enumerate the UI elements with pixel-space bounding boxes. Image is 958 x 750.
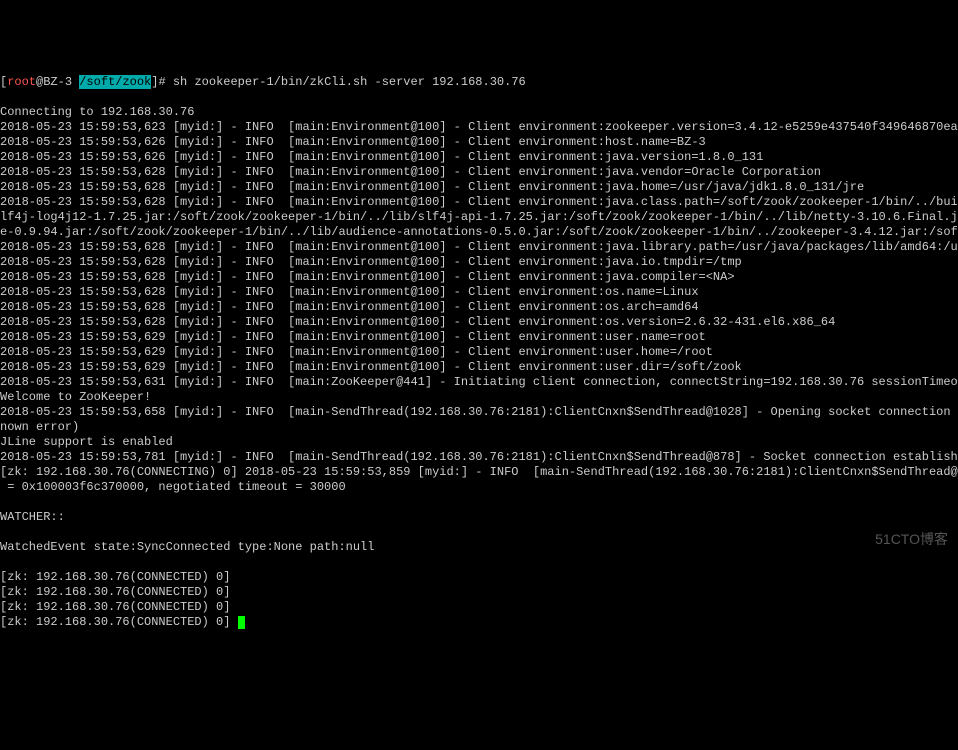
log-line: [zk: 192.168.30.76(CONNECTED) 0] xyxy=(0,570,958,585)
terminal-output[interactable]: [root@BZ-3 /soft/zook]# sh zookeeper-1/b… xyxy=(0,60,958,645)
log-line: 2018-05-23 15:59:53,628 [myid:] - INFO [… xyxy=(0,195,958,210)
log-line: 2018-05-23 15:59:53,658 [myid:] - INFO [… xyxy=(0,405,958,420)
log-line xyxy=(0,555,958,570)
log-line: [zk: 192.168.30.76(CONNECTED) 0] xyxy=(0,585,958,600)
log-line: 2018-05-23 15:59:53,623 [myid:] - INFO [… xyxy=(0,120,958,135)
log-line: e-0.9.94.jar:/soft/zook/zookeeper-1/bin/… xyxy=(0,225,958,240)
log-line: JLine support is enabled xyxy=(0,435,958,450)
log-line: = 0x100003f6c370000, negotiated timeout … xyxy=(0,480,958,495)
log-line: 2018-05-23 15:59:53,629 [myid:] - INFO [… xyxy=(0,345,958,360)
log-line: [zk: 192.168.30.76(CONNECTED) 0] xyxy=(0,600,958,615)
prompt-command: sh zookeeper-1/bin/zkCli.sh -server 192.… xyxy=(173,75,526,89)
prompt-host: BZ-3 xyxy=(43,75,72,89)
log-line: 2018-05-23 15:59:53,631 [myid:] - INFO [… xyxy=(0,375,958,390)
log-line: [zk: 192.168.30.76(CONNECTED) 0] xyxy=(0,615,958,630)
watermark: 51CTO博客 xyxy=(875,531,948,549)
log-line: 2018-05-23 15:59:53,626 [myid:] - INFO [… xyxy=(0,135,958,150)
log-line: 2018-05-23 15:59:53,628 [myid:] - INFO [… xyxy=(0,300,958,315)
log-line: 2018-05-23 15:59:53,628 [myid:] - INFO [… xyxy=(0,240,958,255)
log-line: 2018-05-23 15:59:53,629 [myid:] - INFO [… xyxy=(0,360,958,375)
log-output: Connecting to 192.168.30.762018-05-23 15… xyxy=(0,105,958,630)
log-line: [zk: 192.168.30.76(CONNECTING) 0] 2018-0… xyxy=(0,465,958,480)
prompt-path: /soft/zook xyxy=(79,75,151,89)
log-line xyxy=(0,495,958,510)
log-line: Welcome to ZooKeeper! xyxy=(0,390,958,405)
log-line: 2018-05-23 15:59:53,628 [myid:] - INFO [… xyxy=(0,255,958,270)
log-line: Connecting to 192.168.30.76 xyxy=(0,105,958,120)
log-line: WATCHER:: xyxy=(0,510,958,525)
log-line: 2018-05-23 15:59:53,628 [myid:] - INFO [… xyxy=(0,165,958,180)
log-line xyxy=(0,525,958,540)
log-line: 2018-05-23 15:59:53,628 [myid:] - INFO [… xyxy=(0,180,958,195)
cursor xyxy=(238,616,245,629)
log-line: nown error) xyxy=(0,420,958,435)
log-line: 2018-05-23 15:59:53,781 [myid:] - INFO [… xyxy=(0,450,958,465)
prompt-hash: ]# xyxy=(151,75,165,89)
log-line: WatchedEvent state:SyncConnected type:No… xyxy=(0,540,958,555)
prompt-line: [root@BZ-3 /soft/zook]# sh zookeeper-1/b… xyxy=(0,75,958,90)
log-line: 2018-05-23 15:59:53,626 [myid:] - INFO [… xyxy=(0,150,958,165)
log-line: 2018-05-23 15:59:53,628 [myid:] - INFO [… xyxy=(0,285,958,300)
log-line: 2018-05-23 15:59:53,628 [myid:] - INFO [… xyxy=(0,315,958,330)
prompt-user: root xyxy=(7,75,36,89)
log-line: 2018-05-23 15:59:53,628 [myid:] - INFO [… xyxy=(0,270,958,285)
log-line: 2018-05-23 15:59:53,629 [myid:] - INFO [… xyxy=(0,330,958,345)
log-line: lf4j-log4j12-1.7.25.jar:/soft/zook/zooke… xyxy=(0,210,958,225)
